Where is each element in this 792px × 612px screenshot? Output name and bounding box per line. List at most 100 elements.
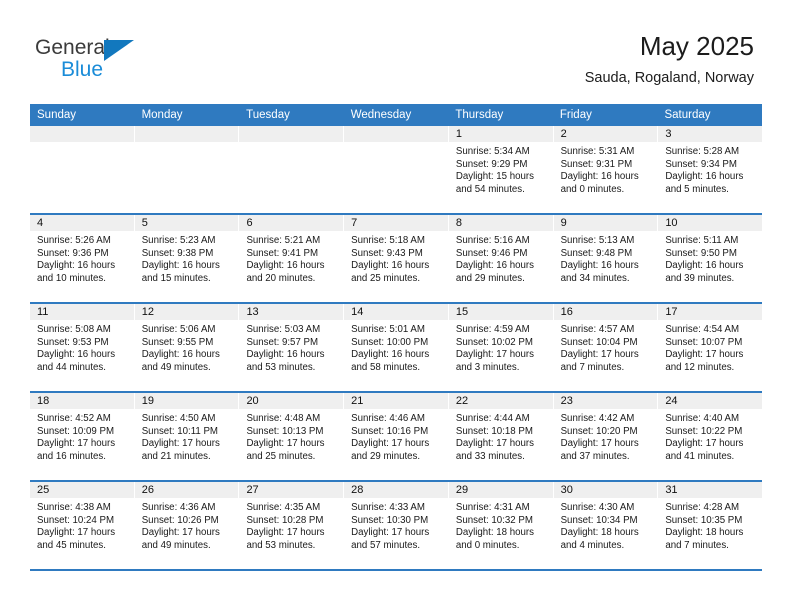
daylight-text-line2: and 53 minutes. xyxy=(246,361,316,373)
daylight-text-line2: and 44 minutes. xyxy=(37,361,106,373)
day-details: Sunrise: 4:36 AM Sunset: 10:26 PM Daylig… xyxy=(135,498,239,552)
day-details xyxy=(239,142,343,146)
day-cell[interactable]: 25 Sunrise: 4:38 AM Sunset: 10:24 PM Day… xyxy=(30,482,135,569)
day-number: 9 xyxy=(553,215,658,231)
day-details: Sunrise: 4:31 AM Sunset: 10:32 PM Daylig… xyxy=(449,498,553,552)
day-details: Sunrise: 4:40 AM Sunset: 10:22 PM Daylig… xyxy=(658,409,762,463)
sunrise-text: Sunrise: 5:23 AM xyxy=(141,235,216,246)
day-cell[interactable]: 15 Sunrise: 4:59 AM Sunset: 10:02 PM Day… xyxy=(448,304,554,391)
day-cell[interactable]: 16 Sunrise: 4:57 AM Sunset: 10:04 PM Day… xyxy=(553,304,659,391)
day-cell[interactable]: 3 Sunrise: 5:28 AM Sunset: 9:34 PM Dayli… xyxy=(658,126,763,213)
daylight-text-line2: and 10 minutes. xyxy=(37,272,106,284)
day-cell[interactable]: 29 Sunrise: 4:31 AM Sunset: 10:32 PM Day… xyxy=(448,482,554,569)
day-cell[interactable] xyxy=(344,126,449,213)
daylight-text-line2: and 25 minutes. xyxy=(246,450,316,462)
day-cell[interactable]: 11 Sunrise: 5:08 AM Sunset: 9:53 PM Dayl… xyxy=(30,304,135,391)
sunrise-text: Sunrise: 4:38 AM xyxy=(37,502,111,513)
day-number: 7 xyxy=(344,215,448,231)
day-cell[interactable]: 14 Sunrise: 5:01 AM Sunset: 10:00 PM Day… xyxy=(344,304,449,391)
day-number xyxy=(134,126,239,142)
daylight-text-line1: Daylight: 17 hours xyxy=(560,349,639,361)
general-blue-logo[interactable]: General Blue xyxy=(35,36,165,84)
sunrise-text: Sunrise: 4:42 AM xyxy=(560,413,635,424)
day-cell[interactable]: 18 Sunrise: 4:52 AM Sunset: 10:09 PM Day… xyxy=(30,393,135,480)
daylight-text-line2: and 25 minutes. xyxy=(351,272,421,284)
daylight-text-line2: and 0 minutes. xyxy=(455,539,520,551)
sunset-text: Sunset: 10:16 PM xyxy=(351,425,429,437)
day-cell[interactable]: 26 Sunrise: 4:36 AM Sunset: 10:26 PM Day… xyxy=(134,482,240,569)
sunset-text: Sunset: 10:04 PM xyxy=(560,336,638,348)
week-row: 25 Sunrise: 4:38 AM Sunset: 10:24 PM Day… xyxy=(30,482,763,571)
day-cell[interactable]: 10 Sunrise: 5:11 AM Sunset: 9:50 PM Dayl… xyxy=(658,215,763,302)
day-details: Sunrise: 4:59 AM Sunset: 10:02 PM Daylig… xyxy=(449,320,553,374)
sunrise-text: Sunrise: 4:48 AM xyxy=(246,413,321,424)
day-cell[interactable] xyxy=(134,126,240,213)
day-number: 14 xyxy=(344,304,448,320)
sunrise-text: Sunrise: 4:50 AM xyxy=(141,413,216,424)
sunrise-text: Sunrise: 5:08 AM xyxy=(37,324,111,335)
daylight-text-line2: and 7 minutes. xyxy=(665,539,729,551)
daylight-text-line2: and 3 minutes. xyxy=(455,361,520,373)
day-number: 18 xyxy=(30,393,134,409)
day-cell[interactable]: 17 Sunrise: 4:54 AM Sunset: 10:07 PM Day… xyxy=(658,304,763,391)
sunrise-text: Sunrise: 4:40 AM xyxy=(665,413,740,424)
day-cell[interactable]: 12 Sunrise: 5:06 AM Sunset: 9:55 PM Dayl… xyxy=(134,304,240,391)
daylight-text-line2: and 53 minutes. xyxy=(246,539,316,551)
day-cell[interactable]: 2 Sunrise: 5:31 AM Sunset: 9:31 PM Dayli… xyxy=(553,126,659,213)
daylight-text-line1: Daylight: 17 hours xyxy=(37,438,116,450)
daylight-text-line1: Daylight: 17 hours xyxy=(455,438,534,450)
sunrise-text: Sunrise: 4:33 AM xyxy=(351,502,425,513)
day-cell[interactable]: 27 Sunrise: 4:35 AM Sunset: 10:28 PM Day… xyxy=(239,482,345,569)
day-cell[interactable]: 19 Sunrise: 4:50 AM Sunset: 10:11 PM Day… xyxy=(134,393,240,480)
daylight-text-line2: and 0 minutes. xyxy=(560,183,625,195)
day-details: Sunrise: 5:11 AM Sunset: 9:50 PM Dayligh… xyxy=(658,231,762,285)
day-cell[interactable]: 7 Sunrise: 5:18 AM Sunset: 9:43 PM Dayli… xyxy=(344,215,449,302)
sunset-text: Sunset: 10:22 PM xyxy=(665,425,743,437)
day-cell[interactable]: 28 Sunrise: 4:33 AM Sunset: 10:30 PM Day… xyxy=(344,482,449,569)
day-cell[interactable]: 31 Sunrise: 4:28 AM Sunset: 10:35 PM Day… xyxy=(658,482,763,569)
daylight-text-line2: and 29 minutes. xyxy=(455,272,525,284)
day-cell[interactable] xyxy=(239,126,345,213)
sunset-text: Sunset: 10:24 PM xyxy=(37,514,115,526)
daylight-text-line1: Daylight: 16 hours xyxy=(141,260,220,272)
day-cell[interactable] xyxy=(30,126,135,213)
day-cell[interactable]: 9 Sunrise: 5:13 AM Sunset: 9:48 PM Dayli… xyxy=(553,215,659,302)
day-details: Sunrise: 4:33 AM Sunset: 10:30 PM Daylig… xyxy=(344,498,448,552)
sunset-text: Sunset: 10:18 PM xyxy=(455,425,533,437)
sunset-text: Sunset: 9:38 PM xyxy=(141,247,214,259)
day-cell[interactable]: 8 Sunrise: 5:16 AM Sunset: 9:46 PM Dayli… xyxy=(448,215,554,302)
weekday-header-thursday: Thursday xyxy=(455,109,504,121)
day-cell[interactable]: 20 Sunrise: 4:48 AM Sunset: 10:13 PM Day… xyxy=(239,393,345,480)
day-cell[interactable]: 6 Sunrise: 5:21 AM Sunset: 9:41 PM Dayli… xyxy=(239,215,345,302)
day-cell[interactable]: 23 Sunrise: 4:42 AM Sunset: 10:20 PM Day… xyxy=(553,393,659,480)
day-details: Sunrise: 4:57 AM Sunset: 10:04 PM Daylig… xyxy=(554,320,658,374)
day-cell[interactable]: 24 Sunrise: 4:40 AM Sunset: 10:22 PM Day… xyxy=(658,393,763,480)
sunrise-text: Sunrise: 5:06 AM xyxy=(141,324,216,335)
daylight-text-line1: Daylight: 16 hours xyxy=(37,260,116,272)
day-details: Sunrise: 5:01 AM Sunset: 10:00 PM Daylig… xyxy=(344,320,448,374)
day-details: Sunrise: 4:35 AM Sunset: 10:28 PM Daylig… xyxy=(239,498,343,552)
daylight-text-line2: and 37 minutes. xyxy=(560,450,630,462)
day-cell[interactable]: 30 Sunrise: 4:30 AM Sunset: 10:34 PM Day… xyxy=(553,482,659,569)
day-cell[interactable]: 21 Sunrise: 4:46 AM Sunset: 10:16 PM Day… xyxy=(344,393,449,480)
daylight-text-line1: Daylight: 17 hours xyxy=(246,527,325,539)
day-number: 23 xyxy=(553,393,658,409)
daylight-text-line2: and 20 minutes. xyxy=(246,272,316,284)
day-details: Sunrise: 4:54 AM Sunset: 10:07 PM Daylig… xyxy=(658,320,762,374)
sunset-text: Sunset: 10:28 PM xyxy=(246,514,324,526)
sunrise-text: Sunrise: 4:44 AM xyxy=(455,413,530,424)
day-cell[interactable]: 4 Sunrise: 5:26 AM Sunset: 9:36 PM Dayli… xyxy=(30,215,135,302)
day-cell[interactable]: 13 Sunrise: 5:03 AM Sunset: 9:57 PM Dayl… xyxy=(239,304,345,391)
day-cell[interactable]: 1 Sunrise: 5:34 AM Sunset: 9:29 PM Dayli… xyxy=(448,126,554,213)
sunset-text: Sunset: 10:02 PM xyxy=(455,336,533,348)
day-cell[interactable]: 22 Sunrise: 4:44 AM Sunset: 10:18 PM Day… xyxy=(448,393,554,480)
daylight-text-line2: and 29 minutes. xyxy=(351,450,421,462)
day-details: Sunrise: 4:46 AM Sunset: 10:16 PM Daylig… xyxy=(344,409,448,463)
daylight-text-line1: Daylight: 17 hours xyxy=(560,438,639,450)
sunset-text: Sunset: 9:43 PM xyxy=(351,247,423,259)
day-number: 11 xyxy=(30,304,134,320)
daylight-text-line1: Daylight: 16 hours xyxy=(351,260,430,272)
day-details: Sunrise: 5:23 AM Sunset: 9:38 PM Dayligh… xyxy=(135,231,239,285)
day-cell[interactable]: 5 Sunrise: 5:23 AM Sunset: 9:38 PM Dayli… xyxy=(134,215,240,302)
daylight-text-line2: and 16 minutes. xyxy=(37,450,106,462)
